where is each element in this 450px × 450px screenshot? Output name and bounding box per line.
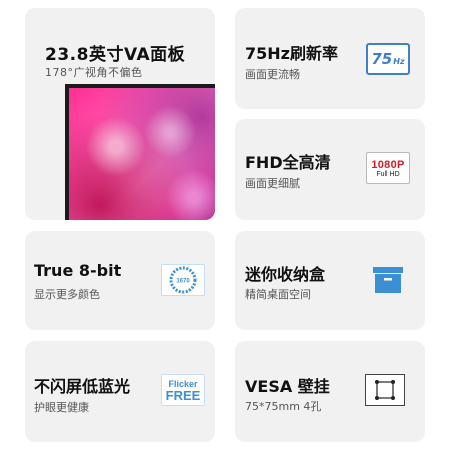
feature-title: FHD全高清	[245, 153, 331, 172]
feature-subtitle: 画面更细腻	[245, 177, 300, 190]
color-wheel-text: 1670	[176, 279, 190, 285]
feature-card-flicker-free: 不闪屏低蓝光 护眼更健康 Flicker FREE	[25, 341, 215, 442]
flicker-free-icon: Flicker FREE	[161, 374, 205, 406]
feature-card-panel-size: 23.8英寸VA面板 178°广视角不偏色	[25, 8, 215, 220]
feature-subtitle: 178°广视角不偏色	[45, 66, 143, 79]
free-label: FREE	[165, 387, 201, 403]
feature-title: True 8-bit	[34, 261, 122, 280]
feature-title: VESA 壁挂	[245, 377, 330, 396]
storage-box-graphic	[373, 267, 403, 293]
feature-title: 23.8英寸VA面板	[45, 45, 186, 65]
feature-subtitle: 精简桌面空间	[245, 288, 311, 301]
feature-subtitle: 画面更流畅	[245, 68, 300, 81]
75hz-icon: 75 Hz	[366, 43, 410, 75]
feature-card-refresh-rate: 75Hz刷新率 画面更流畅 75 Hz	[235, 8, 425, 109]
color-wheel-graphic: 1670	[169, 266, 197, 294]
1080p-full-hd-icon: 1080P Full HD	[366, 152, 410, 184]
vesa-mount-graphic	[375, 380, 395, 400]
feature-card-vesa-mount: VESA 壁挂 75*75mm 4孔	[235, 341, 425, 442]
vesa-mount-icon	[365, 374, 405, 406]
feature-card-fhd: FHD全高清 画面更细腻 1080P Full HD	[235, 119, 425, 220]
feature-card-color-depth: True 8-bit 显示更多颜色 1670	[25, 231, 215, 330]
monitor-screen-image	[65, 84, 215, 220]
color-wheel-icon: 1670	[161, 264, 205, 296]
75hz-icon-number: 75	[371, 50, 393, 68]
feature-subtitle: 护眼更健康	[34, 401, 89, 414]
1080p-label: 1080P	[371, 158, 405, 171]
flicker-label: Flicker	[168, 378, 198, 389]
storage-box-icon	[366, 264, 410, 296]
feature-card-storage-box: 迷你收纳盒 精简桌面空间	[235, 231, 425, 330]
feature-title: 不闪屏低蓝光	[34, 377, 131, 396]
feature-title: 75Hz刷新率	[245, 44, 338, 63]
75hz-icon-unit: Hz	[393, 57, 405, 66]
feature-subtitle: 显示更多颜色	[34, 288, 100, 301]
full-hd-label: Full HD	[376, 170, 400, 178]
feature-title: 迷你收纳盒	[245, 265, 326, 284]
feature-subtitle: 75*75mm 4孔	[245, 400, 322, 413]
